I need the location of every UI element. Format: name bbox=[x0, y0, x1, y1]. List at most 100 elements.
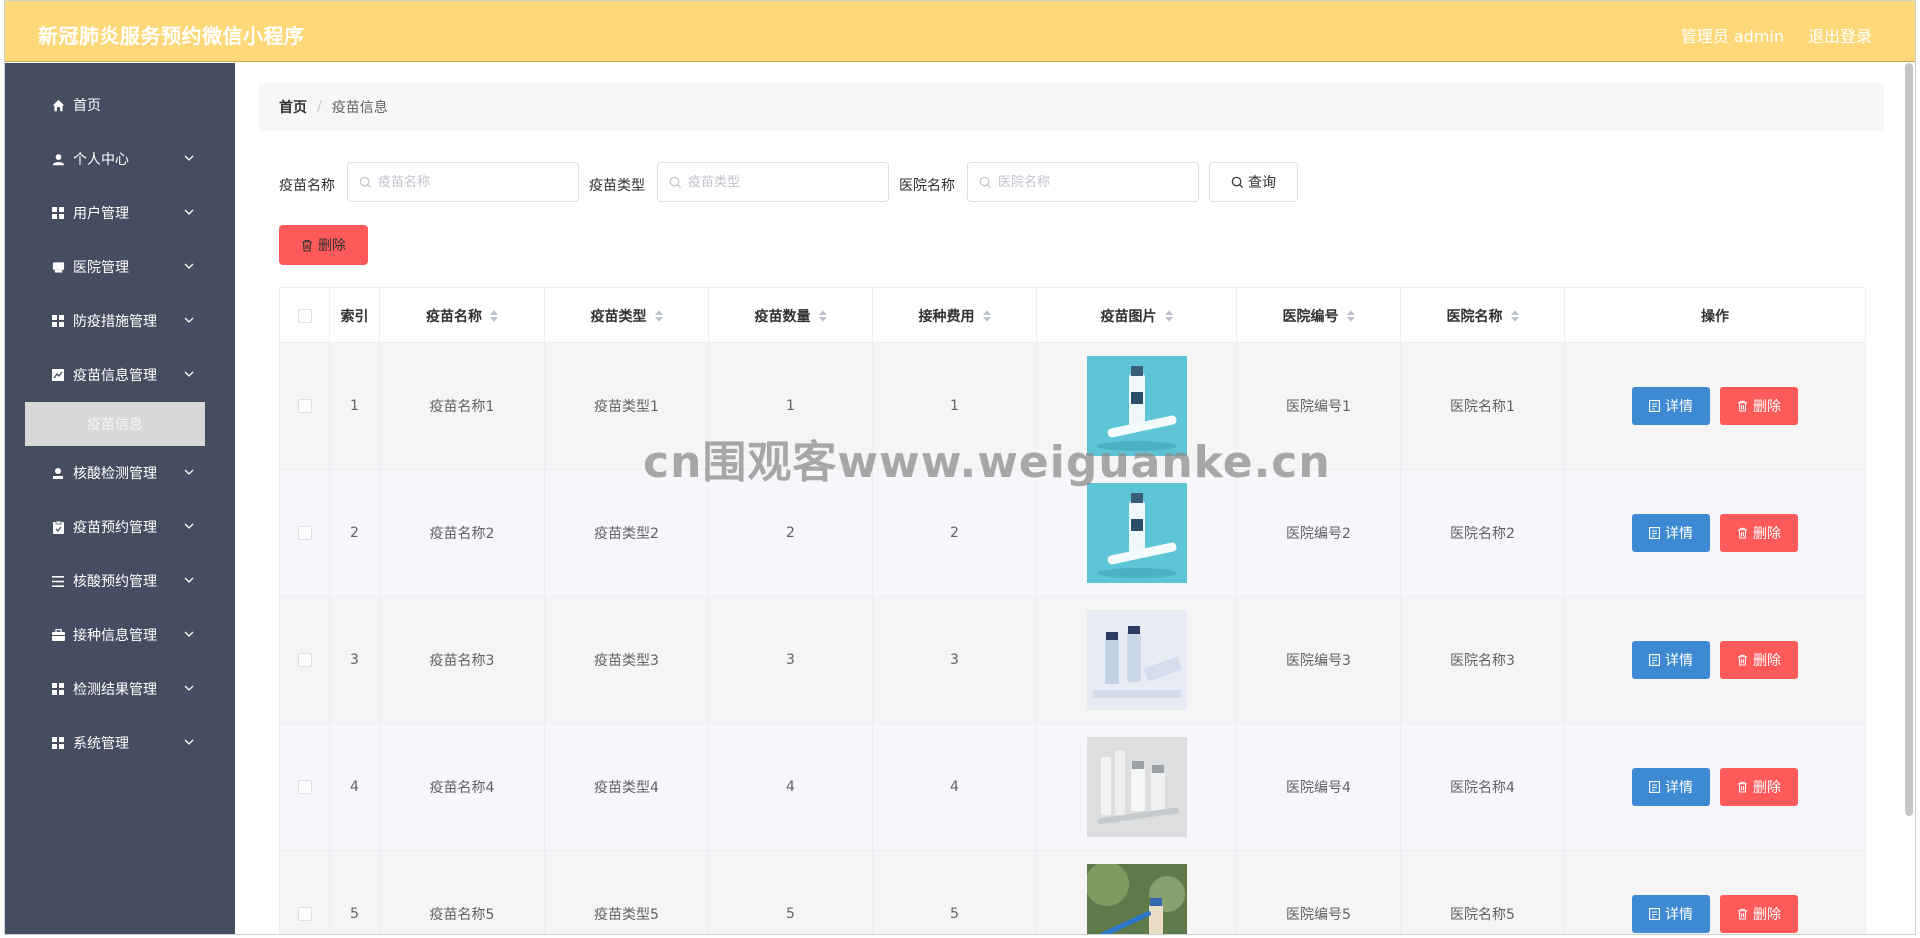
cell-vaccine-name: 疫苗名称4 bbox=[380, 724, 545, 850]
table-row: 3 疫苗名称3 疫苗类型3 3 3 医院编号3 医院名称3 详情 删除 bbox=[279, 597, 1866, 724]
row-checkbox[interactable] bbox=[297, 526, 312, 540]
chevron-up-icon bbox=[183, 368, 197, 382]
sidebar-subitem-vaccine-info[interactable]: 疫苗信息 bbox=[25, 402, 205, 446]
vaccine-thumbnail[interactable] bbox=[1086, 483, 1187, 583]
detail-button[interactable]: 详情 bbox=[1632, 768, 1710, 806]
header-hospital-no[interactable]: 医院编号 bbox=[1237, 288, 1401, 344]
sidebar-item-system-mgmt[interactable]: 系统管理 bbox=[5, 718, 235, 768]
grid-icon bbox=[51, 314, 65, 328]
cell-vaccine-count: 2 bbox=[709, 470, 873, 596]
cell-index: 3 bbox=[330, 597, 380, 723]
cell-hospital-no: 医院编号4 bbox=[1237, 724, 1401, 850]
cell-actions: 详情 删除 bbox=[1565, 343, 1865, 469]
delete-button[interactable]: 删除 bbox=[1720, 641, 1798, 679]
sidebar-item-label: 个人中心 bbox=[73, 152, 129, 168]
sidebar-item-label: 系统管理 bbox=[73, 736, 129, 752]
chevron-down-icon bbox=[183, 520, 197, 534]
header-fee[interactable]: 接种费用 bbox=[873, 288, 1037, 344]
header-vaccine-type[interactable]: 疫苗类型 bbox=[545, 288, 709, 344]
vaccine-thumbnail[interactable] bbox=[1086, 864, 1187, 934]
sidebar-item-home[interactable]: 首页 bbox=[5, 80, 235, 130]
detail-button[interactable]: 详情 bbox=[1632, 514, 1710, 552]
row-checkbox[interactable] bbox=[297, 653, 312, 667]
sidebar-item-user-mgmt[interactable]: 用户管理 bbox=[5, 188, 235, 238]
vaccine-type-input-box[interactable] bbox=[657, 162, 889, 202]
bulk-delete-button[interactable]: 删除 bbox=[279, 225, 368, 265]
search-icon bbox=[979, 176, 993, 190]
chevron-down-icon bbox=[183, 466, 197, 480]
cell-fee: 5 bbox=[873, 851, 1037, 934]
sort-icon[interactable] bbox=[1510, 310, 1519, 322]
cell-hospital-name: 医院名称4 bbox=[1401, 724, 1565, 850]
cell-vaccine-type: 疫苗类型5 bbox=[545, 851, 709, 934]
cell-vaccine-type: 疫苗类型3 bbox=[545, 597, 709, 723]
header-vaccine-image[interactable]: 疫苗图片 bbox=[1037, 288, 1237, 344]
trash-icon bbox=[1737, 527, 1748, 539]
sidebar-item-vaccine-info-mgmt[interactable]: 疫苗信息管理 bbox=[5, 350, 235, 400]
select-all-checkbox[interactable] bbox=[297, 309, 312, 323]
vaccine-name-input-box[interactable] bbox=[347, 162, 579, 202]
table-row: 5 疫苗名称5 疫苗类型5 5 5 医院编号5 医院名称5 详情 删除 bbox=[279, 851, 1866, 934]
clipboard-icon bbox=[51, 520, 65, 534]
hospital-name-input[interactable] bbox=[998, 171, 1188, 193]
sort-icon[interactable] bbox=[1164, 310, 1173, 322]
cell-actions: 详情 删除 bbox=[1565, 470, 1865, 596]
sidebar-item-vaccination-info-mgmt[interactable]: 接种信息管理 bbox=[5, 610, 235, 660]
row-checkbox[interactable] bbox=[297, 780, 312, 794]
sort-icon[interactable] bbox=[818, 310, 827, 322]
sort-icon[interactable] bbox=[654, 310, 663, 322]
logout-link[interactable]: 退出登录 bbox=[1808, 23, 1872, 47]
cell-index: 2 bbox=[330, 470, 380, 596]
cell-hospital-name: 医院名称5 bbox=[1401, 851, 1565, 934]
vertical-scrollbar[interactable] bbox=[1905, 63, 1913, 816]
delete-button[interactable]: 删除 bbox=[1720, 514, 1798, 552]
sidebar-item-nucleic-test-mgmt[interactable]: 核酸检测管理 bbox=[5, 448, 235, 498]
query-button[interactable]: 查询 bbox=[1209, 162, 1298, 202]
sort-icon[interactable] bbox=[982, 310, 991, 322]
filter-label-vaccine-type: 疫苗类型 bbox=[589, 178, 645, 194]
cell-fee: 4 bbox=[873, 724, 1037, 850]
sidebar-item-personal-center[interactable]: 个人中心 bbox=[5, 134, 235, 184]
cell-vaccine-count: 3 bbox=[709, 597, 873, 723]
row-checkbox[interactable] bbox=[297, 907, 312, 921]
table-row: 4 疫苗名称4 疫苗类型4 4 4 医院编号4 医院名称4 详情 删除 bbox=[279, 724, 1866, 851]
cell-vaccine-type: 疫苗类型1 bbox=[545, 343, 709, 469]
chevron-down-icon bbox=[183, 682, 197, 696]
sort-icon[interactable] bbox=[1346, 310, 1355, 322]
delete-button[interactable]: 删除 bbox=[1720, 768, 1798, 806]
grid-icon bbox=[51, 682, 65, 696]
detail-button[interactable]: 详情 bbox=[1632, 895, 1710, 933]
vaccine-type-input[interactable] bbox=[688, 171, 878, 193]
sidebar-item-label: 用户管理 bbox=[73, 206, 129, 222]
cell-hospital-name: 医院名称2 bbox=[1401, 470, 1565, 596]
delete-button[interactable]: 删除 bbox=[1720, 387, 1798, 425]
cell-hospital-no: 医院编号1 bbox=[1237, 343, 1401, 469]
cell-fee: 3 bbox=[873, 597, 1037, 723]
sidebar-item-test-result-mgmt[interactable]: 检测结果管理 bbox=[5, 664, 235, 714]
vaccine-thumbnail[interactable] bbox=[1086, 356, 1187, 456]
cell-vaccine-name: 疫苗名称5 bbox=[380, 851, 545, 934]
header-hospital-name[interactable]: 医院名称 bbox=[1401, 288, 1565, 344]
vaccine-thumbnail[interactable] bbox=[1086, 737, 1187, 837]
vaccine-thumbnail[interactable] bbox=[1086, 610, 1187, 710]
breadcrumb-home[interactable]: 首页 bbox=[279, 97, 307, 117]
sidebar-item-hospital-mgmt[interactable]: 医院管理 bbox=[5, 242, 235, 292]
sort-icon[interactable] bbox=[490, 310, 498, 322]
sidebar-item-label: 疫苗预约管理 bbox=[73, 520, 157, 536]
cell-fee: 1 bbox=[873, 343, 1037, 469]
chevron-down-icon bbox=[183, 628, 197, 642]
header-vaccine-count[interactable]: 疫苗数量 bbox=[709, 288, 873, 344]
main-content: 首页 / 疫苗信息 疫苗名称 疫苗类型 医院名称 查询 删除 bbox=[235, 63, 1915, 934]
detail-button[interactable]: 详情 bbox=[1632, 641, 1710, 679]
sidebar-item-vaccine-booking-mgmt[interactable]: 疫苗预约管理 bbox=[5, 502, 235, 552]
vaccine-name-input[interactable] bbox=[378, 171, 568, 193]
row-checkbox[interactable] bbox=[297, 399, 312, 413]
sidebar-item-prevention-mgmt[interactable]: 防疫措施管理 bbox=[5, 296, 235, 346]
detail-button[interactable]: 详情 bbox=[1632, 387, 1710, 425]
header-vaccine-name[interactable]: 疫苗名称 bbox=[380, 288, 545, 344]
sidebar-item-nucleic-booking-mgmt[interactable]: 核酸预约管理 bbox=[5, 556, 235, 606]
hospital-name-input-box[interactable] bbox=[967, 162, 1199, 202]
delete-button[interactable]: 删除 bbox=[1720, 895, 1798, 933]
sidebar: 首页 个人中心 用户管理 医院管理 防疫措施管理 疫苗信息管理 疫苗信息 核酸检… bbox=[5, 63, 235, 934]
cell-actions: 详情 删除 bbox=[1565, 724, 1865, 850]
